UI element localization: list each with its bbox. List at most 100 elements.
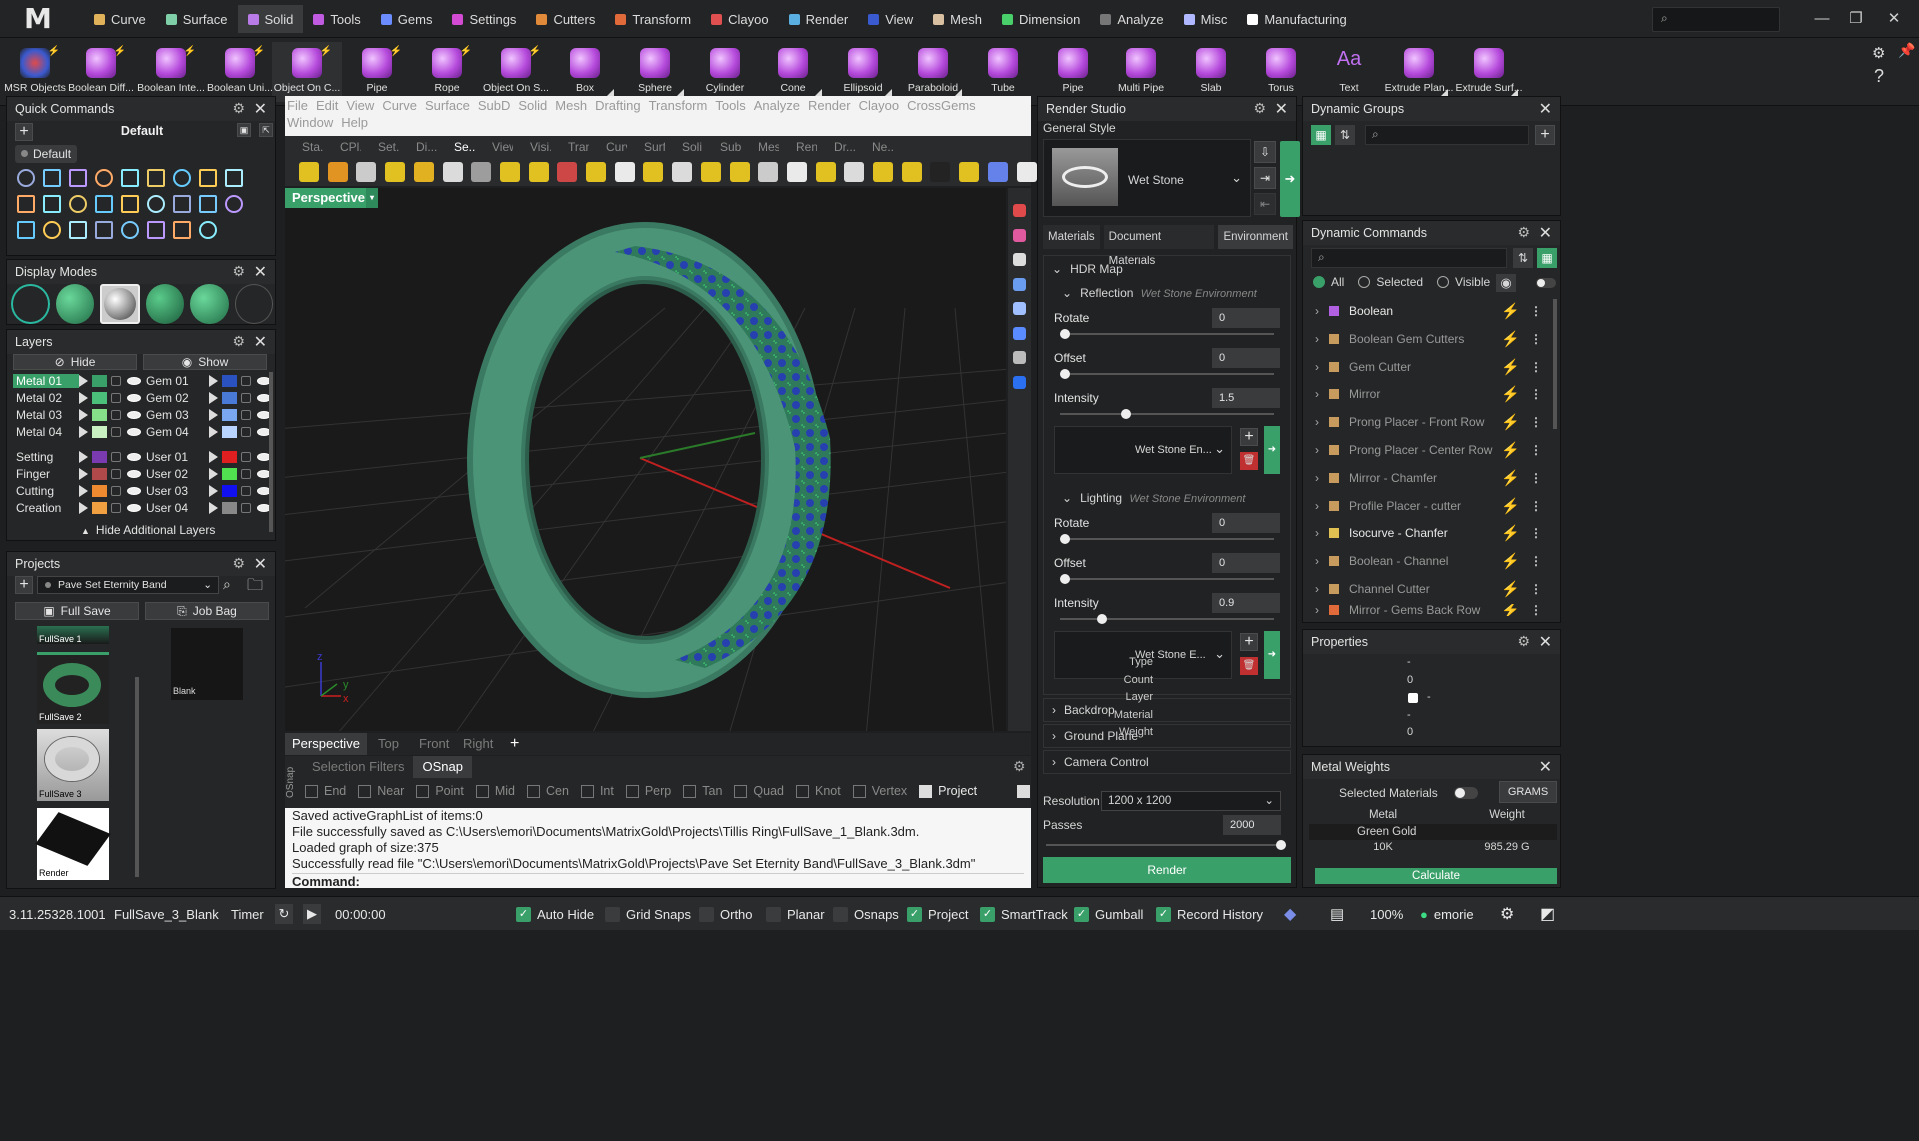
tab-manufacturing[interactable]: Manufacturing xyxy=(1237,5,1356,33)
dynamic-command-item[interactable]: › Boolean - Channel ⚡ ⋮ xyxy=(1309,548,1552,574)
play-icon[interactable] xyxy=(79,485,88,497)
slider-knob[interactable] xyxy=(1060,534,1070,544)
viewport-tab[interactable]: Top xyxy=(371,733,406,755)
chevron-right-icon[interactable]: › xyxy=(1309,387,1329,401)
tab-surface[interactable]: Surface xyxy=(156,5,238,33)
toolbar-icon[interactable] xyxy=(586,162,606,182)
selected-materials-toggle[interactable] xyxy=(1454,787,1478,799)
apply-environment-button[interactable]: ➜ xyxy=(1264,631,1280,679)
sort-icon[interactable]: ⇅ xyxy=(1335,125,1355,145)
toolbar-icon[interactable] xyxy=(557,162,578,182)
toolbar-icon[interactable] xyxy=(1016,162,1037,182)
lock-icon[interactable] xyxy=(241,393,251,403)
bolt-icon[interactable]: ⚡ xyxy=(1501,358,1520,376)
checkbox-box[interactable]: ✓ xyxy=(907,906,922,922)
toolbar-icon[interactable] xyxy=(672,162,693,182)
toolbar-icon[interactable] xyxy=(987,162,1008,182)
project-thumb[interactable]: FullSave 1 xyxy=(37,626,109,644)
tool-button[interactable]: Boolean Uni... ⚡ xyxy=(205,42,275,102)
tab-cutters[interactable]: Cutters xyxy=(526,5,605,33)
bolt-icon[interactable]: ⚡ xyxy=(1501,497,1520,515)
play-icon[interactable] xyxy=(79,468,88,480)
toolbar-icon[interactable] xyxy=(327,162,348,182)
toolbar-icon[interactable] xyxy=(758,162,779,182)
hide-all-button[interactable]: ⊘ Hide xyxy=(13,354,137,370)
bolt-icon[interactable]: ⚡ xyxy=(1501,469,1520,487)
menu-item-window[interactable]: Window xyxy=(287,115,333,130)
quick-command-icon[interactable] xyxy=(95,195,113,213)
lock-icon[interactable] xyxy=(241,469,251,479)
quick-command-icon[interactable] xyxy=(95,169,113,187)
tool-button[interactable]: Extrude Plan... xyxy=(1384,42,1454,102)
toolbar-icon[interactable] xyxy=(959,162,980,182)
quick-command-icon[interactable] xyxy=(147,169,165,187)
bolt-icon[interactable]: ⚡ xyxy=(1501,580,1520,598)
viewport-tab[interactable]: Front xyxy=(412,733,456,755)
dynamic-command-item[interactable]: › Mirror - Chamfer ⚡ ⋮ xyxy=(1309,465,1552,491)
layer-row[interactable]: Setting xyxy=(13,448,141,466)
layer-name[interactable]: User 01 xyxy=(143,450,209,464)
save-icon[interactable]: ▣ xyxy=(237,123,251,137)
toolbar-icon[interactable] xyxy=(413,162,434,182)
viewport-tab[interactable]: Perspective xyxy=(285,733,367,755)
add-project-button[interactable]: + xyxy=(15,576,33,594)
add-group-button[interactable]: + xyxy=(1535,125,1555,145)
play-icon[interactable] xyxy=(209,409,218,421)
chevron-right-icon[interactable]: › xyxy=(1309,332,1329,346)
lock-icon[interactable] xyxy=(111,376,121,386)
tool-button[interactable]: Paraboloid xyxy=(898,42,968,102)
toolbar-icon[interactable] xyxy=(700,162,721,182)
bolt-icon[interactable]: ⚡ xyxy=(1501,302,1520,320)
tab-render[interactable]: Render xyxy=(779,5,859,33)
layer-row[interactable]: Metal 02 xyxy=(13,389,141,407)
eye-icon[interactable] xyxy=(127,470,141,478)
layer-color-swatch[interactable] xyxy=(222,375,237,387)
dynamic-command-item[interactable]: › Prong Placer - Front Row ⚡ ⋮ xyxy=(1309,409,1552,435)
eye-icon[interactable] xyxy=(127,411,141,419)
filter-all[interactable]: All xyxy=(1313,275,1344,293)
viewport-label[interactable]: Perspective ▾ xyxy=(285,188,378,208)
menu-item-curve[interactable]: Curve xyxy=(382,98,417,113)
layer-name[interactable]: Gem 03 xyxy=(143,408,209,422)
xray-mode[interactable] xyxy=(190,284,229,324)
apply-style-button[interactable]: ➜ xyxy=(1280,141,1300,217)
menu-item-clayoo[interactable]: Clayoo xyxy=(859,98,899,113)
tab-gems[interactable]: Gems xyxy=(371,5,443,33)
toggle-grid-snaps[interactable]: Grid Snaps xyxy=(605,897,691,931)
menu-item-crossgems[interactable]: CrossGems xyxy=(907,98,976,113)
more-icon[interactable]: ⋮ xyxy=(1530,471,1542,485)
toolbar-icon[interactable] xyxy=(786,162,807,182)
tool-button[interactable]: Torus xyxy=(1246,42,1316,102)
chevron-right-icon[interactable]: › xyxy=(1309,471,1329,485)
grid-view-icon[interactable]: ▦ xyxy=(1311,125,1331,145)
osnap-checkbox[interactable]: Mid xyxy=(475,781,515,801)
lock-icon[interactable] xyxy=(241,427,251,437)
dynamic-command-item[interactable]: › Mirror - Gems Back Row ⚡ ⋮ xyxy=(1309,604,1552,616)
dynamic-command-item[interactable]: › Gem Cutter ⚡ ⋮ xyxy=(1309,354,1552,380)
osnap-checkbox[interactable]: Cen xyxy=(527,781,569,801)
toolbar-tab[interactable]: Surfa... xyxy=(627,136,665,158)
eye-icon[interactable] xyxy=(127,377,141,385)
layer-color-swatch[interactable] xyxy=(92,426,107,438)
side-tool-icon[interactable] xyxy=(1013,302,1026,315)
project-thumb[interactable]: Render xyxy=(35,808,111,880)
play-icon[interactable] xyxy=(209,502,218,514)
intensity-slider[interactable] xyxy=(1060,409,1274,419)
side-tool-icon[interactable] xyxy=(1013,204,1026,217)
folder-icon[interactable]: 🗀 xyxy=(247,574,263,601)
delete-icon[interactable]: 🗑 xyxy=(1240,452,1258,470)
tool-button[interactable]: Object On S... ⚡ xyxy=(481,42,551,102)
chevron-right-icon[interactable]: › xyxy=(1309,582,1329,596)
toolbar-tab[interactable]: Sta... xyxy=(285,136,323,158)
toggle-osnaps[interactable]: Osnaps xyxy=(833,897,899,931)
shaded-mode[interactable] xyxy=(55,284,94,324)
osnap-checkbox[interactable]: Quad xyxy=(734,781,784,801)
checkbox-box[interactable]: ✓ xyxy=(1156,906,1171,922)
radio-icon[interactable] xyxy=(1437,276,1450,288)
lock-icon[interactable] xyxy=(241,486,251,496)
more-icon[interactable]: ⋮ xyxy=(1530,554,1542,568)
layer-color-swatch[interactable] xyxy=(92,502,107,514)
add-button[interactable]: + xyxy=(1240,633,1258,651)
play-icon[interactable] xyxy=(209,468,218,480)
toolbar-icon[interactable] xyxy=(614,162,635,182)
